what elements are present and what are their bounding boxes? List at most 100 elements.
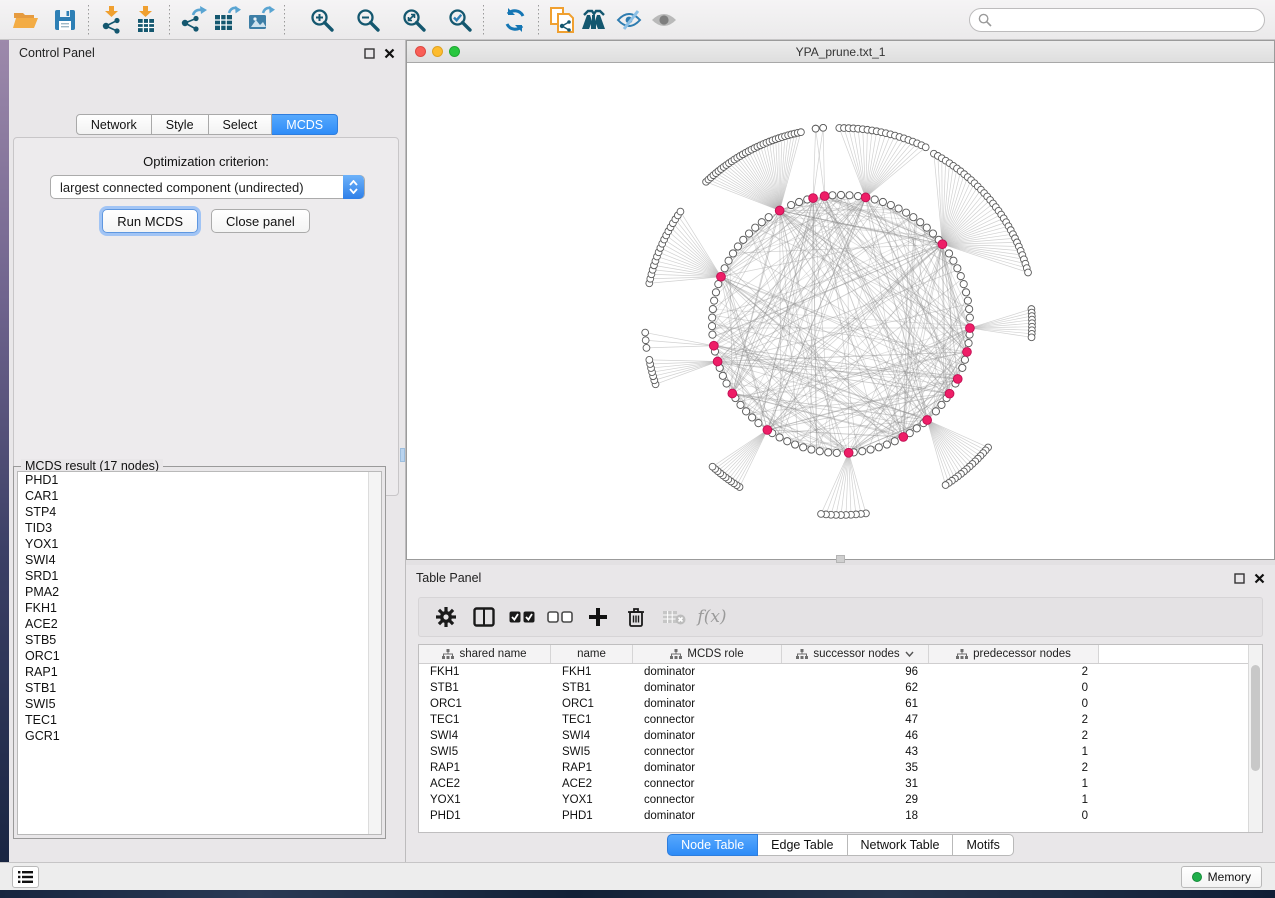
ring-node[interactable] bbox=[954, 265, 961, 272]
open-folder-icon[interactable] bbox=[8, 5, 42, 35]
ring-node[interactable] bbox=[837, 191, 844, 198]
mcds-result-item[interactable]: ORC1 bbox=[18, 648, 381, 664]
ring-node[interactable] bbox=[859, 448, 866, 455]
ring-node[interactable] bbox=[816, 448, 823, 455]
fan-node[interactable] bbox=[922, 144, 929, 151]
tab-edge-table[interactable]: Edge Table bbox=[758, 834, 847, 856]
table-row[interactable]: TEC1TEC1connector472 bbox=[419, 712, 1262, 728]
mcds-hub-node[interactable] bbox=[963, 348, 972, 357]
mcds-hub-node[interactable] bbox=[899, 433, 908, 442]
mcds-hub-node[interactable] bbox=[923, 416, 932, 425]
mcds-result-list[interactable]: PHD1CAR1STP4TID3YOX1SWI4SRD1PMA2FKH1ACE2… bbox=[17, 471, 382, 835]
export-image-icon[interactable] bbox=[244, 5, 278, 35]
mcds-result-item[interactable]: RAP1 bbox=[18, 664, 381, 680]
ring-node[interactable] bbox=[960, 281, 967, 288]
table-row[interactable]: FKH1FKH1dominator962 bbox=[419, 664, 1262, 680]
criterion-select[interactable]: largest connected component (undirected) bbox=[50, 175, 365, 199]
ring-node[interactable] bbox=[950, 257, 957, 264]
fan-node[interactable] bbox=[1028, 334, 1035, 341]
ring-node[interactable] bbox=[715, 281, 722, 288]
ring-node[interactable] bbox=[765, 214, 772, 221]
import-table-icon[interactable] bbox=[129, 5, 163, 35]
show-all-icon[interactable] bbox=[647, 5, 681, 35]
ring-node[interactable] bbox=[903, 209, 910, 216]
table-scrollbar[interactable] bbox=[1248, 645, 1262, 832]
ring-node[interactable] bbox=[867, 446, 874, 453]
tab-network[interactable]: Network bbox=[76, 114, 152, 135]
ring-node[interactable] bbox=[796, 198, 803, 205]
ring-node[interactable] bbox=[966, 306, 973, 313]
mcds-hub-node[interactable] bbox=[938, 240, 947, 249]
memory-button[interactable]: Memory bbox=[1181, 866, 1262, 888]
tab-select[interactable]: Select bbox=[209, 114, 273, 135]
ring-node[interactable] bbox=[745, 230, 752, 237]
ring-node[interactable] bbox=[962, 289, 969, 296]
ring-node[interactable] bbox=[792, 441, 799, 448]
vertical-splitter-handle[interactable] bbox=[400, 448, 405, 462]
zoom-in-icon[interactable] bbox=[305, 5, 339, 35]
run-mcds-button[interactable]: Run MCDS bbox=[102, 209, 198, 233]
ring-node[interactable] bbox=[712, 289, 719, 296]
table-scrollbar-thumb[interactable] bbox=[1251, 665, 1260, 771]
ring-node[interactable] bbox=[917, 219, 924, 226]
ring-node[interactable] bbox=[910, 214, 917, 221]
table-row[interactable]: ORC1ORC1dominator610 bbox=[419, 696, 1262, 712]
column-header-successor-nodes[interactable]: successor nodes bbox=[782, 645, 929, 663]
delete-column-icon[interactable] bbox=[619, 601, 653, 633]
close-panel-icon[interactable] bbox=[1254, 573, 1265, 584]
column-layout-icon[interactable] bbox=[467, 601, 501, 633]
mcds-result-item[interactable]: SWI4 bbox=[18, 552, 381, 568]
add-column-icon[interactable] bbox=[581, 601, 615, 633]
ring-node[interactable] bbox=[964, 297, 971, 304]
ring-node[interactable] bbox=[875, 444, 882, 451]
mcds-hub-node[interactable] bbox=[966, 324, 975, 333]
table-row[interactable]: PHD1PHD1dominator180 bbox=[419, 808, 1262, 824]
first-neighbors-icon[interactable] bbox=[579, 5, 613, 35]
ring-node[interactable] bbox=[959, 364, 966, 371]
mcds-hub-node[interactable] bbox=[775, 206, 784, 215]
mcds-hub-node[interactable] bbox=[717, 272, 726, 281]
fan-node[interactable] bbox=[1025, 269, 1032, 276]
mcds-result-item[interactable]: TEC1 bbox=[18, 712, 381, 728]
mcds-result-item[interactable]: FKH1 bbox=[18, 600, 381, 616]
fan-node[interactable] bbox=[643, 344, 650, 351]
fan-node[interactable] bbox=[798, 129, 805, 136]
ring-node[interactable] bbox=[784, 438, 791, 445]
mcds-hub-node[interactable] bbox=[763, 426, 772, 435]
mcds-result-item[interactable]: SWI5 bbox=[18, 696, 381, 712]
clone-network-icon[interactable] bbox=[545, 5, 579, 35]
task-history-button[interactable] bbox=[12, 866, 39, 888]
zoom-selected-icon[interactable] bbox=[443, 5, 477, 35]
export-network-icon[interactable] bbox=[176, 5, 210, 35]
mcds-result-item[interactable]: TID3 bbox=[18, 520, 381, 536]
close-panel-icon[interactable] bbox=[384, 48, 395, 59]
ring-node[interactable] bbox=[887, 201, 894, 208]
table-row[interactable]: ACE2ACE2connector311 bbox=[419, 776, 1262, 792]
zoom-out-icon[interactable] bbox=[351, 5, 385, 35]
mcds-hub-node[interactable] bbox=[945, 389, 954, 398]
minimize-window-icon[interactable] bbox=[432, 46, 443, 57]
mcds-hub-node[interactable] bbox=[809, 194, 818, 203]
mcds-result-item[interactable]: YOX1 bbox=[18, 536, 381, 552]
ring-node[interactable] bbox=[891, 438, 898, 445]
table-row[interactable]: RAP1RAP1dominator352 bbox=[419, 760, 1262, 776]
mcds-result-item[interactable]: SRD1 bbox=[18, 568, 381, 584]
ring-node[interactable] bbox=[966, 314, 973, 321]
zoom-fit-icon[interactable] bbox=[397, 5, 431, 35]
table-options-gear-icon[interactable] bbox=[429, 601, 463, 633]
fan-node[interactable] bbox=[942, 482, 949, 489]
ring-node[interactable] bbox=[740, 236, 747, 243]
table-row[interactable]: SWI4SWI4dominator462 bbox=[419, 728, 1262, 744]
fan-node[interactable] bbox=[818, 511, 825, 518]
ring-node[interactable] bbox=[711, 297, 718, 304]
ring-node[interactable] bbox=[800, 444, 807, 451]
ring-node[interactable] bbox=[725, 257, 732, 264]
select-all-checkboxes-icon[interactable] bbox=[505, 601, 539, 633]
ring-node[interactable] bbox=[723, 380, 730, 387]
ring-node[interactable] bbox=[913, 425, 920, 432]
ring-node[interactable] bbox=[719, 372, 726, 379]
network-titlebar[interactable]: YPA_prune.txt_1 bbox=[407, 41, 1274, 63]
mcds-hub-node[interactable] bbox=[713, 357, 722, 366]
search-input[interactable] bbox=[969, 8, 1265, 32]
mcds-hub-node[interactable] bbox=[844, 448, 853, 457]
